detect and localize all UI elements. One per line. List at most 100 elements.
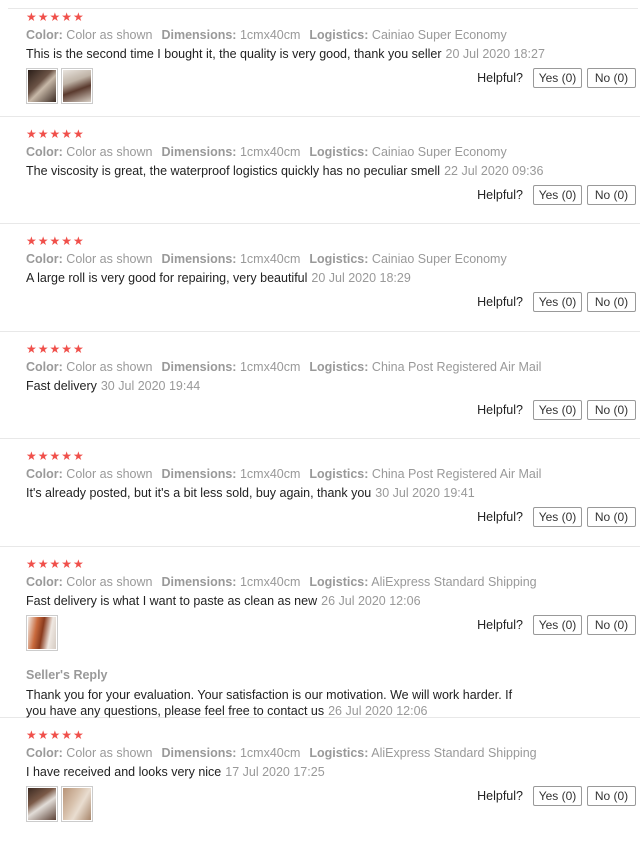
dimensions-label: Dimensions: — [161, 575, 237, 589]
helpful-yes-button[interactable]: Yes (0) — [533, 615, 582, 635]
helpful-no-button[interactable]: No (0) — [587, 292, 636, 312]
helpful-label: Helpful? — [477, 618, 523, 632]
logistics-label: Logistics: — [309, 252, 369, 266]
helpful-yes-button[interactable]: Yes (0) — [533, 68, 582, 88]
review-attributes: Color: Color as shown Dimensions: 1cmx40c… — [26, 251, 640, 267]
review-photo-thumbnail[interactable] — [61, 68, 93, 104]
color-label: Color: — [26, 746, 63, 760]
dimensions-value: 1cmx40cm — [239, 252, 301, 266]
review-photo-thumbnail[interactable] — [61, 786, 93, 822]
review-item: ★★★★★ Color: Color as shown Dimensions: 1… — [0, 439, 640, 547]
dimensions-value: 1cmx40cm — [239, 467, 301, 481]
color-label: Color: — [26, 28, 63, 42]
dimensions-label: Dimensions: — [161, 467, 237, 481]
star-rating: ★★★★★ — [26, 557, 85, 571]
dimensions-label: Dimensions: — [161, 28, 237, 42]
review-content: Fast delivery — [26, 379, 97, 393]
dimensions-value: 1cmx40cm — [239, 746, 301, 760]
helpful-votes: Helpful? Yes (0) No (0) — [477, 292, 636, 312]
review-content: Fast delivery is what I want to paste as… — [26, 594, 318, 608]
review-item: ★★★★★ Color: Color as shown Dimensions: 1… — [0, 224, 640, 332]
helpful-votes: Helpful? Yes (0) No (0) — [477, 615, 636, 635]
helpful-label: Helpful? — [477, 295, 523, 309]
helpful-yes-button[interactable]: Yes (0) — [533, 400, 582, 420]
helpful-label: Helpful? — [477, 71, 523, 85]
dimensions-label: Dimensions: — [161, 360, 237, 374]
helpful-label: Helpful? — [477, 188, 523, 202]
review-date: 26 Jul 2020 12:06 — [321, 594, 421, 608]
helpful-yes-button[interactable]: Yes (0) — [533, 185, 582, 205]
helpful-no-button[interactable]: No (0) — [587, 68, 636, 88]
logistics-value: Cainiao Super Economy — [371, 252, 507, 266]
review-attributes: Color: Color as shown Dimensions: 1cmx40c… — [26, 745, 640, 761]
logistics-label: Logistics: — [309, 145, 369, 159]
logistics-label: Logistics: — [309, 467, 369, 481]
helpful-votes: Helpful? Yes (0) No (0) — [477, 786, 636, 806]
review-photo-thumbnail[interactable] — [26, 68, 58, 104]
dimensions-value: 1cmx40cm — [239, 28, 301, 42]
color-value: Color as shown — [66, 467, 153, 481]
photo-image — [63, 70, 91, 102]
review-content: A large roll is very good for repairing,… — [26, 271, 308, 285]
helpful-label: Helpful? — [477, 789, 523, 803]
review-content: This is the second time I bought it, the… — [26, 47, 442, 61]
helpful-label: Helpful? — [477, 403, 523, 417]
review-date: 30 Jul 2020 19:44 — [100, 379, 201, 393]
review-attributes: Color: Color as shown Dimensions: 1cmx40c… — [26, 359, 640, 375]
dimensions-value: 1cmx40cm — [239, 360, 301, 374]
logistics-value: Cainiao Super Economy — [371, 28, 507, 42]
seller-reply-content: Thank you for your evaluation. Your sati… — [26, 688, 513, 718]
review-photo-thumbnail[interactable] — [26, 786, 58, 822]
color-label: Color: — [26, 467, 63, 481]
helpful-yes-button[interactable]: Yes (0) — [533, 292, 582, 312]
color-value: Color as shown — [66, 360, 153, 374]
review-text: This is the second time I bought it, the… — [26, 46, 640, 62]
dimensions-value: 1cmx40cm — [239, 575, 301, 589]
color-value: Color as shown — [66, 28, 153, 42]
review-content: The viscosity is great, the waterproof l… — [26, 164, 441, 178]
color-label: Color: — [26, 360, 63, 374]
helpful-yes-button[interactable]: Yes (0) — [533, 786, 582, 806]
review-date: 22 Jul 2020 09:36 — [444, 164, 544, 178]
photo-image — [28, 788, 56, 820]
helpful-no-button[interactable]: No (0) — [587, 615, 636, 635]
review-item: ★★★★★ Color: Color as shown Dimensions: 1… — [0, 117, 640, 224]
helpful-yes-button[interactable]: Yes (0) — [533, 507, 582, 527]
dimensions-label: Dimensions: — [161, 145, 237, 159]
review-text: Fast delivery is what I want to paste as… — [26, 593, 640, 609]
review-photo-thumbnail[interactable] — [26, 615, 58, 651]
color-value: Color as shown — [66, 575, 153, 589]
review-item: ★★★★★ Color: Color as shown Dimensions: 1… — [0, 0, 640, 117]
photo-image — [28, 617, 56, 649]
helpful-votes: Helpful? Yes (0) No (0) — [477, 507, 636, 527]
helpful-no-button[interactable]: No (0) — [587, 786, 636, 806]
logistics-value: Cainiao Super Economy — [371, 145, 507, 159]
logistics-label: Logistics: — [309, 746, 369, 760]
color-value: Color as shown — [66, 252, 153, 266]
review-date: 17 Jul 2020 17:25 — [225, 765, 325, 779]
helpful-no-button[interactable]: No (0) — [587, 185, 636, 205]
helpful-votes: Helpful? Yes (0) No (0) — [477, 400, 636, 420]
review-content: It's already posted, but it's a bit less… — [26, 486, 372, 500]
photo-image — [28, 70, 56, 102]
seller-reply-text: Thank you for your evaluation. Your sati… — [26, 687, 526, 719]
review-date: 20 Jul 2020 18:29 — [311, 271, 411, 285]
helpful-no-button[interactable]: No (0) — [587, 507, 636, 527]
review-text: The viscosity is great, the waterproof l… — [26, 163, 640, 179]
review-text: Fast delivery 30 Jul 2020 19:44 — [26, 378, 640, 394]
logistics-value: AliExpress Standard Shipping — [371, 746, 537, 760]
review-item: ★★★★★ Color: Color as shown Dimensions: 1… — [0, 547, 640, 718]
helpful-no-button[interactable]: No (0) — [587, 400, 636, 420]
seller-reply-heading: Seller's Reply — [26, 668, 108, 682]
star-rating: ★★★★★ — [26, 234, 85, 248]
review-attributes: Color: Color as shown Dimensions: 1cmx40c… — [26, 574, 640, 590]
star-rating: ★★★★★ — [26, 449, 85, 463]
review-text: I have received and looks very nice 17 Ju… — [26, 764, 640, 780]
review-text: It's already posted, but it's a bit less… — [26, 485, 640, 501]
seller-reply-date: 26 Jul 2020 12:06 — [328, 704, 428, 718]
logistics-label: Logistics: — [309, 360, 369, 374]
color-label: Color: — [26, 575, 63, 589]
logistics-value: China Post Registered Air Mail — [371, 360, 542, 374]
dimensions-label: Dimensions: — [161, 746, 237, 760]
dimensions-value: 1cmx40cm — [239, 145, 301, 159]
